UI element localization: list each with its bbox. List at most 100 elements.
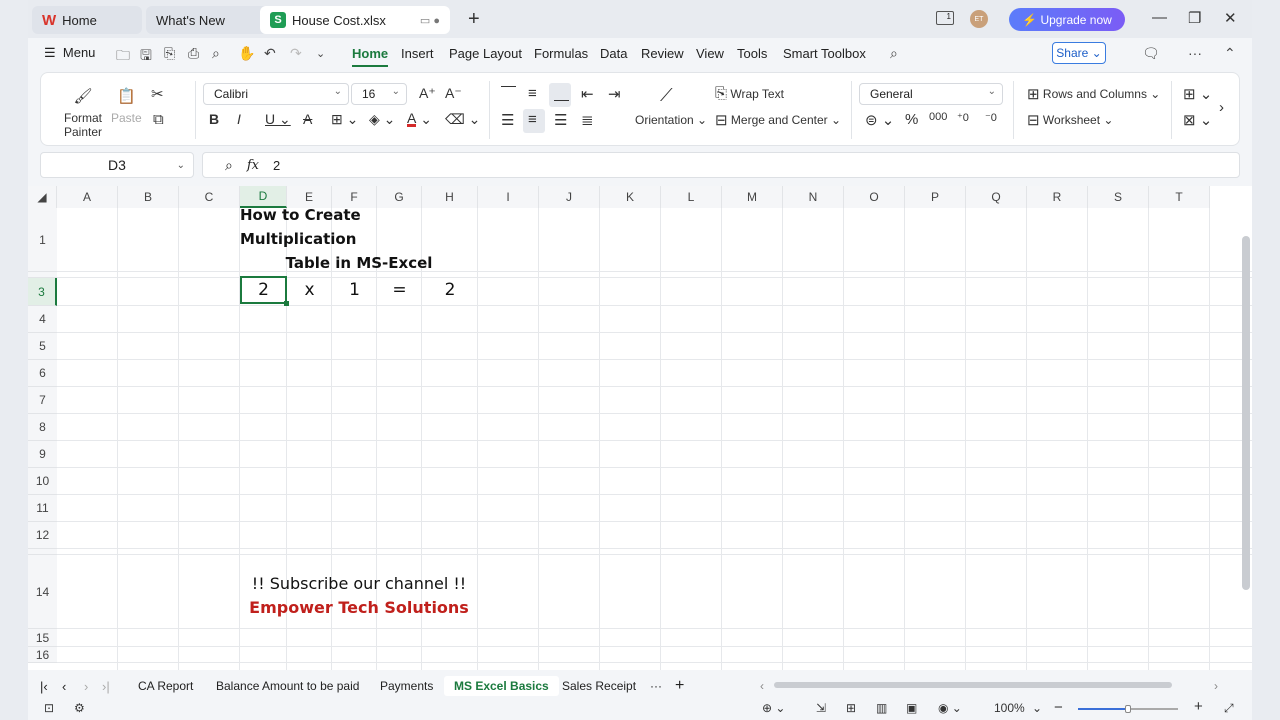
underline-icon[interactable]: U ⌄ [265,111,291,128]
row-header-10[interactable]: 10 [28,468,57,495]
minimize-icon[interactable]: — [1152,9,1167,26]
font-size-select[interactable]: 16 ⌄ [351,83,407,105]
wrap-text-button[interactable]: ⎘ Wrap Text [715,85,784,102]
tab-house-cost[interactable]: S House Cost.xlsx ▭ ● [260,6,450,34]
eye-protection-icon[interactable]: ◉ ⌄ [938,701,962,715]
add-sheet-icon[interactable]: + [675,676,684,696]
column-header-j[interactable]: J [539,186,600,208]
redo-icon[interactable]: ↷ [290,45,302,62]
column-header-r[interactable]: R [1027,186,1088,208]
row-header-4[interactable]: 4 [28,306,57,333]
tab-whats-new[interactable]: What's New [146,6,276,34]
tab-formulas[interactable]: Formulas [534,46,588,61]
percent-icon[interactable]: % [905,111,918,128]
column-header-s[interactable]: S [1088,186,1149,208]
column-header-c[interactable]: C [179,186,240,208]
zoom-in-icon[interactable]: + [1194,698,1203,715]
horizontal-scrollbar[interactable] [774,682,1172,688]
row-header-14[interactable]: 14 [28,555,57,629]
page-break-view-icon[interactable]: ▣ [906,701,917,715]
thousands-icon[interactable]: 000 [929,111,947,123]
cut-icon[interactable]: ✂ [151,85,164,103]
collapse-ribbon-icon[interactable]: ⌃ [1224,45,1236,62]
document-count-icon[interactable]: 1 [936,11,954,25]
clear-format-icon[interactable]: ⌫ ⌄ [445,111,480,128]
cell-d3[interactable]: 2 [240,276,287,304]
column-header-m[interactable]: M [722,186,783,208]
row-header-9[interactable]: 9 [28,441,57,468]
tab-insert[interactable]: Insert [401,46,434,61]
sheet-tab-ms-excel-basics[interactable]: MS Excel Basics [444,676,559,696]
column-header-k[interactable]: K [600,186,661,208]
bold-icon[interactable]: B [209,111,219,127]
format-painter-button[interactable]: 🖌 Format Painter [63,87,103,139]
close-icon[interactable]: ✕ [1224,9,1237,27]
spreadsheet-grid[interactable]: ◢ ABCDEFGHIJKLMNOPQRST 1 3 4 5 6 7 8 9 10 11 12 14 1… [28,186,1252,670]
increase-indent-icon[interactable]: ⇥ [608,85,621,103]
macro-icon[interactable]: ⚙ [74,701,85,715]
row-header-16[interactable]: 16 [28,647,57,663]
strikethrough-icon[interactable]: A [303,111,312,127]
cell-f3[interactable]: 1 [332,276,377,304]
new-tab-icon[interactable]: + [468,8,480,31]
open-folder-icon[interactable]: 🗀 [116,45,130,69]
row-header-15[interactable]: 15 [28,629,57,647]
column-header-a[interactable]: A [57,186,118,208]
decrease-indent-icon[interactable]: ⇤ [581,85,594,103]
read-mode-icon[interactable]: ⇲ [816,701,826,715]
currency-icon[interactable]: ⊜ ⌄ [865,111,894,129]
orientation-button[interactable]: Orientation ⌄ [635,113,707,127]
row-header-7[interactable]: 7 [28,387,57,414]
more-sheets-icon[interactable]: ··· [650,676,662,696]
merge-center-button[interactable]: ⊟ Merge and Center ⌄ [715,111,841,129]
name-box[interactable]: D3 ⌄ [40,152,194,178]
justify-icon[interactable]: ≣ [581,111,594,129]
sheet-tab-sales-receipt[interactable]: Sales Receipt [562,676,636,696]
zoom-dropdown-icon[interactable]: ⌄ [1032,701,1042,715]
tab-smart-toolbox[interactable]: Smart Toolbox [783,46,866,61]
row-header-8[interactable]: 8 [28,414,57,441]
font-family-select[interactable]: Calibri ⌄ [203,83,349,105]
column-header-q[interactable]: Q [966,186,1027,208]
row-header-3[interactable]: 3 [28,278,57,306]
number-format-select[interactable]: General ⌄ [859,83,1003,105]
row-header-12[interactable]: 12 [28,522,57,549]
scroll-right-icon[interactable]: › [1214,676,1218,696]
row-header-11[interactable]: 11 [28,495,57,522]
channel-name[interactable]: Empower Tech Solutions [240,595,478,619]
align-right-icon[interactable]: ☰ [554,111,567,129]
increase-decimal-icon[interactable]: ⁺0 [957,111,969,124]
chevron-right-icon[interactable]: › [1219,99,1224,116]
sheet-tab-balance[interactable]: Balance Amount to be paid [216,676,359,696]
cell-e3[interactable]: x [287,276,332,304]
tab-page-layout[interactable]: Page Layout [449,46,522,61]
export-icon[interactable]: ⎘ [164,45,175,62]
normal-view-icon[interactable]: ⊞ [846,701,856,715]
worksheet-button[interactable]: ⊟ Worksheet ⌄ [1027,111,1113,129]
column-header-o[interactable]: O [844,186,905,208]
fx-icon[interactable]: fx [247,158,259,173]
cell-h3[interactable]: 2 [422,276,478,304]
column-header-n[interactable]: N [783,186,844,208]
pan-icon[interactable]: ✋ [238,45,255,62]
next-sheet-icon[interactable]: › [84,676,88,696]
prev-sheet-icon[interactable]: ‹ [62,676,66,696]
tab-close-icon[interactable]: ▭ ● [420,14,440,27]
upgrade-button[interactable]: ⚡ Upgrade now [1009,8,1125,31]
restore-icon[interactable]: ❐ [1188,9,1201,27]
zoom-level[interactable]: 100% [994,701,1025,715]
print-icon[interactable]: ⎙ [188,45,199,62]
cell-g3[interactable]: = [377,276,422,304]
vertical-scrollbar[interactable] [1242,236,1250,590]
decrease-decimal-icon[interactable]: ⁻0 [985,111,997,124]
more-options-icon[interactable]: ··· [1188,45,1202,61]
scroll-left-icon[interactable]: ‹ [760,676,764,696]
conditional-format-icon[interactable]: ⊠ ⌄ [1183,111,1212,129]
increase-font-icon[interactable]: A⁺ [419,85,436,102]
rows-columns-button[interactable]: ⊞ Rows and Columns ⌄ [1027,85,1160,103]
subscribe-text[interactable]: !! Subscribe our channel !! [240,570,478,596]
view-options-icon[interactable]: ⊕ ⌄ [762,701,785,715]
row-header-5[interactable]: 5 [28,333,57,360]
column-header-i[interactable]: I [478,186,539,208]
sheet-tab-payments[interactable]: Payments [380,676,433,696]
